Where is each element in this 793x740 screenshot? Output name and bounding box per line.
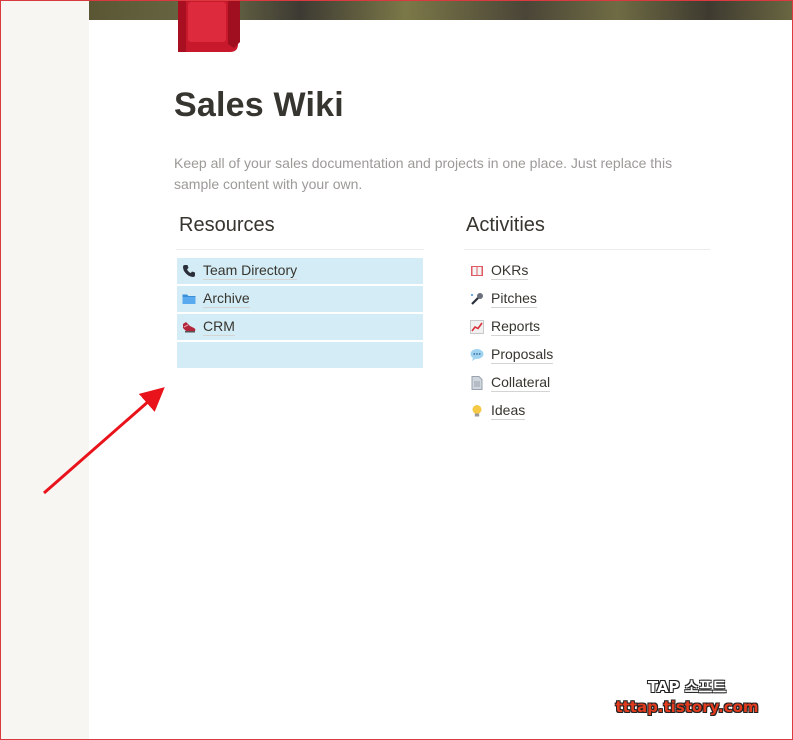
activity-item-label: Pitches (491, 290, 537, 308)
resource-item-label: Team Directory (203, 262, 298, 280)
activity-item-proposals[interactable]: Proposals (465, 342, 705, 368)
resource-item-empty[interactable] (177, 342, 423, 368)
light-bulb-icon (470, 404, 484, 418)
watermark-title: TAP 소프트 (647, 678, 727, 696)
page-description[interactable]: Keep all of your sales documentation and… (174, 153, 694, 195)
folder-icon (182, 292, 196, 306)
microphone-icon (470, 292, 484, 306)
sidebar (0, 0, 89, 740)
activity-item-ideas[interactable]: Ideas (465, 398, 705, 424)
telephone-icon (182, 264, 196, 278)
page-icon (470, 376, 484, 390)
activity-item-collateral[interactable]: Collateral (465, 370, 705, 396)
activity-item-label: OKRs (491, 262, 529, 280)
speech-bubble-icon (470, 348, 484, 362)
activity-item-pitches[interactable]: Pitches (465, 286, 705, 312)
activity-item-okrs[interactable]: OKRs (465, 258, 705, 284)
chart-increasing-icon (470, 320, 484, 334)
resource-item-crm[interactable]: CRM (177, 314, 423, 340)
activities-heading[interactable]: Activities (466, 214, 545, 237)
resources-divider (176, 249, 424, 250)
activity-item-reports[interactable]: Reports (465, 314, 705, 340)
resource-item-archive[interactable]: Archive (177, 286, 423, 312)
activity-item-label: Ideas (491, 402, 526, 420)
resource-item-team-directory[interactable]: Team Directory (177, 258, 423, 284)
watermark: TAP 소프트 tttap.tistory.com (607, 676, 767, 716)
red-book-icon[interactable] (176, 0, 240, 52)
watermark-url: tttap.tistory.com (615, 698, 759, 716)
activity-item-label: Reports (491, 318, 541, 336)
book-icon (470, 264, 484, 278)
resources-heading[interactable]: Resources (179, 214, 275, 237)
activity-item-label: Proposals (491, 346, 554, 364)
page-title[interactable]: Sales Wiki (174, 86, 344, 125)
activity-item-label: Collateral (491, 374, 551, 392)
shoe-icon (182, 320, 196, 334)
activities-divider (464, 249, 710, 250)
resource-item-label: CRM (203, 318, 235, 336)
resource-item-label: Archive (203, 290, 250, 308)
